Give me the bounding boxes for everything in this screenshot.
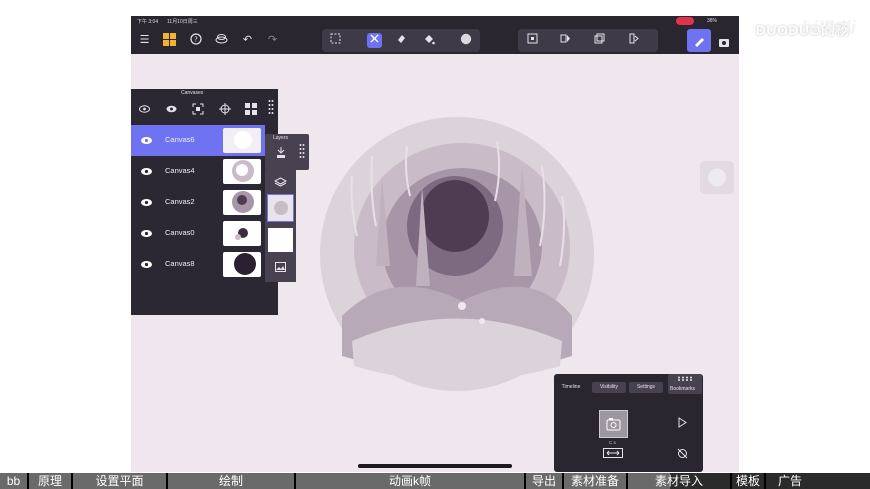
- play-icon[interactable]: [678, 417, 687, 428]
- drag-handle-icon[interactable]: [268, 99, 274, 117]
- chapter-segment[interactable]: 绘制: [168, 473, 294, 489]
- redo-icon[interactable]: ↷: [265, 33, 280, 48]
- timeline-panel: Timeline Visibility Settings Bookmarks C…: [554, 374, 703, 472]
- canvas-thumbnail: [223, 221, 261, 246]
- layers-header: Layers: [265, 134, 309, 170]
- active-tool-button[interactable]: [687, 29, 711, 52]
- eye-icon[interactable]: [166, 105, 177, 113]
- chapter-segment[interactable]: 动画k帧: [296, 473, 524, 489]
- chapter-segment[interactable]: 原理: [29, 473, 71, 489]
- status-date: 11月10日周三: [167, 19, 198, 25]
- crosshair-icon[interactable]: [219, 103, 231, 115]
- top-toolbar: ☰ ? ↶ ↷: [131, 27, 739, 54]
- chapter-segment[interactable]: 设置平面: [73, 473, 166, 489]
- bookmarks-label: Bookmarks: [670, 386, 696, 392]
- drawing-canvas[interactable]: [312, 116, 602, 391]
- layers-panel: Layers: [265, 134, 309, 282]
- layer-add-icon[interactable]: [276, 147, 286, 159]
- visibility-eye-icon[interactable]: [140, 258, 153, 271]
- frame-label: C s: [609, 440, 616, 445]
- camera-frame-icon: [606, 418, 621, 431]
- chapter-segment[interactable]: 导出: [526, 473, 562, 489]
- bilibili-logo: bilibili: [801, 18, 856, 39]
- canvas-name: Canvas4: [165, 166, 195, 175]
- eye-outline-icon[interactable]: [139, 105, 150, 113]
- brush-tool-icon[interactable]: [367, 33, 382, 48]
- canvases-header-tools: [131, 97, 278, 122]
- flip-icon[interactable]: [558, 33, 573, 48]
- canvas-thumbnail: [223, 252, 261, 277]
- svg-text:?: ?: [194, 36, 198, 44]
- canvas-name: Canvas2: [165, 197, 195, 206]
- canvas-thumbnail: [223, 128, 261, 153]
- tab-settings[interactable]: Settings: [629, 382, 663, 393]
- status-bar: 下午 3:04 11月10日周三 38%: [131, 16, 739, 27]
- chapter-progress-bar[interactable]: bb 原理 设置平面 绘制 动画k帧 导出 素材准备 素材导入 模板 广告: [0, 473, 870, 489]
- drag-handle-icon[interactable]: [299, 143, 305, 161]
- layer-thumbnail[interactable]: [268, 228, 293, 252]
- menu-icon[interactable]: ☰: [137, 33, 152, 48]
- canvas-name: Canvas6: [165, 135, 195, 144]
- duplicate-icon[interactable]: [592, 33, 607, 48]
- canvas-row[interactable]: Canvas6: [131, 125, 265, 156]
- fit-icon[interactable]: [192, 103, 204, 115]
- eraser-icon[interactable]: [394, 33, 409, 48]
- procreate-screen: 下午 3:04 11月10日周三 38% ☰ ? ↶ ↷ Canvases Ca…: [131, 16, 739, 472]
- camera-icon[interactable]: [718, 35, 730, 47]
- canvases-panel: Canvases Canvas6 Canvas4 Canvas2 Canvas0…: [131, 89, 278, 315]
- layer-list: [265, 170, 296, 282]
- layers-title: Layers: [273, 135, 289, 141]
- canvas-thumbnail: [223, 190, 261, 215]
- canvases-title: Canvases: [181, 90, 204, 96]
- selection-icon[interactable]: [328, 33, 343, 48]
- frame-tools: [518, 29, 658, 52]
- visibility-eye-icon[interactable]: [140, 134, 153, 147]
- image-layer-icon[interactable]: [275, 262, 286, 272]
- frame-thumbnail[interactable]: [599, 410, 628, 438]
- camera-off-icon[interactable]: [677, 448, 688, 459]
- fill-bucket-icon[interactable]: [421, 33, 436, 48]
- color-swatch[interactable]: [458, 33, 473, 48]
- canvas-row[interactable]: Canvas0: [131, 218, 265, 249]
- chapter-segment[interactable]: 素材准备: [564, 473, 626, 489]
- chapter-segment[interactable]: 模板: [732, 473, 764, 489]
- home-indicator: [358, 464, 512, 468]
- canvas-row[interactable]: Canvas4: [131, 156, 265, 187]
- modifier-button[interactable]: [700, 161, 734, 194]
- undo-icon[interactable]: ↶: [240, 33, 255, 48]
- visibility-eye-icon[interactable]: [140, 227, 153, 240]
- gallery-icon[interactable]: [162, 33, 177, 48]
- status-time: 下午 3:04: [137, 19, 159, 25]
- onion-skin-icon[interactable]: [214, 33, 229, 48]
- export-frame-icon[interactable]: [626, 33, 641, 48]
- canvas-row[interactable]: Canvas8: [131, 249, 265, 280]
- help-icon[interactable]: ?: [188, 33, 203, 48]
- canvas-name: Canvas8: [165, 259, 195, 268]
- canvas-name: Canvas0: [165, 228, 195, 237]
- grid-icon[interactable]: [245, 103, 257, 115]
- layer-thumbnail-selected[interactable]: [267, 194, 294, 222]
- visibility-eye-icon[interactable]: [140, 196, 153, 209]
- forest-circle-artwork: [320, 117, 594, 391]
- frame-range-icon[interactable]: [603, 448, 623, 458]
- chapter-segment[interactable]: bb: [0, 473, 27, 489]
- recording-indicator: [676, 17, 694, 25]
- bookmarks-dots-icon: [678, 376, 692, 381]
- chapter-segment[interactable]: 广告: [766, 473, 814, 489]
- pen-icon: [695, 38, 704, 47]
- canvas-thumbnail: [223, 159, 261, 184]
- visibility-eye-icon[interactable]: [140, 165, 153, 178]
- add-frame-icon[interactable]: [525, 33, 540, 48]
- tool-group: [322, 29, 480, 52]
- tab-timeline[interactable]: Timeline: [557, 382, 585, 393]
- layer-stack-icon[interactable]: [274, 177, 287, 187]
- canvas-row[interactable]: Canvas2: [131, 187, 265, 218]
- tab-visibility[interactable]: Visibility: [592, 382, 626, 393]
- tab-bookmarks[interactable]: Bookmarks: [668, 374, 702, 394]
- chapter-segment[interactable]: 素材导入: [628, 473, 730, 489]
- battery-level: 38%: [707, 18, 718, 24]
